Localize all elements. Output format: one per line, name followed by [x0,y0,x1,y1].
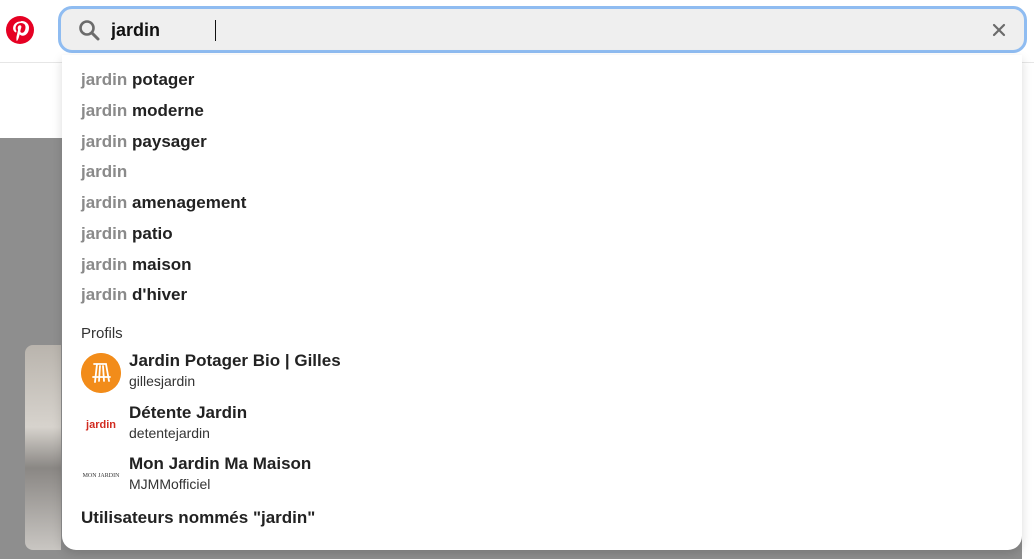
profile-handle: gillesjardin [129,373,196,389]
suggestion-completion: d'hiver [132,285,188,304]
suggestion-item[interactable]: jardin amenagement [81,190,246,216]
suggestion-completion: potager [132,70,195,89]
profile-name: Mon Jardin Ma Maison [129,454,312,473]
chair-logo-icon [81,353,121,393]
avatar-logo-text: MON JARDIN [82,473,120,479]
suggestion-query: jardin [81,132,128,151]
avatar: MON JARDIN [81,456,121,496]
suggestion-completion: maison [132,255,192,274]
profile-handle: detentejardin [129,425,210,441]
text-caret [215,20,216,41]
suggestion-query: jardin [81,193,128,212]
profile-name: Détente Jardin [129,403,248,422]
suggestion-query: jardin [81,70,128,89]
users-named-link[interactable]: Utilisateurs nommés "jardin" [81,508,315,528]
suggestion-query: jardin [81,101,128,120]
pinterest-logo-icon[interactable] [5,15,35,45]
search-suggestions-dropdown: jardin potager jardin moderne jardin pay… [62,55,1022,550]
profile-item[interactable]: Jardin Potager Bio | Gilles gillesjardin [81,351,581,395]
search-input[interactable] [111,15,971,45]
suggestion-query: jardin [81,285,128,304]
suggestion-item[interactable]: jardin [81,159,127,185]
suggestion-completion: patio [132,224,173,243]
profile-item[interactable]: MON JARDIN Mon Jardin Ma Maison MJMMoffi… [81,454,581,498]
profiles-section-title: Profils [81,325,123,342]
profile-name: Jardin Potager Bio | Gilles [129,351,341,370]
suggestion-item[interactable]: jardin d'hiver [81,282,187,308]
suggestion-item[interactable]: jardin patio [81,221,173,247]
suggestion-completion: paysager [132,132,207,151]
suggestion-item[interactable]: jardin moderne [81,98,204,124]
top-bar [0,0,1034,63]
suggestion-query: jardin [81,255,128,274]
avatar [81,353,121,393]
suggestion-completion: amenagement [132,193,247,212]
avatar: jardin [81,405,121,445]
profile-item[interactable]: jardin Détente Jardin detentejardin [81,403,581,447]
suggestion-query: jardin [81,162,128,181]
background-pin-image [25,345,61,550]
suggestion-item[interactable]: jardin maison [81,252,192,278]
close-icon[interactable] [988,19,1010,41]
search-box[interactable] [58,6,1027,53]
suggestion-item[interactable]: jardin paysager [81,129,207,155]
search-icon [77,18,101,42]
suggestion-completion: moderne [132,101,204,120]
background-panel [1022,138,1034,559]
suggestion-item[interactable]: jardin potager [81,67,194,93]
avatar-logo-text: jardin [86,419,116,431]
suggestion-query: jardin [81,224,128,243]
profile-handle: MJMMofficiel [129,476,211,492]
